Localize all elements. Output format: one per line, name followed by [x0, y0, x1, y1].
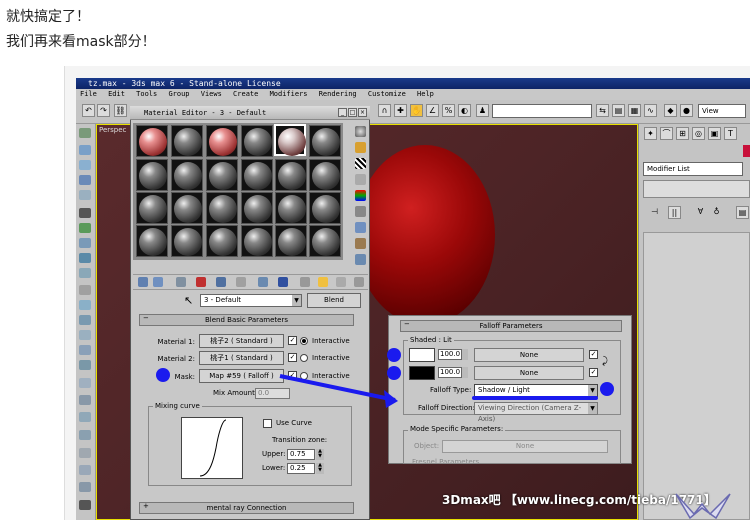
annotation-arrow [279, 374, 398, 408]
watermark-wings-logo [675, 493, 731, 520]
